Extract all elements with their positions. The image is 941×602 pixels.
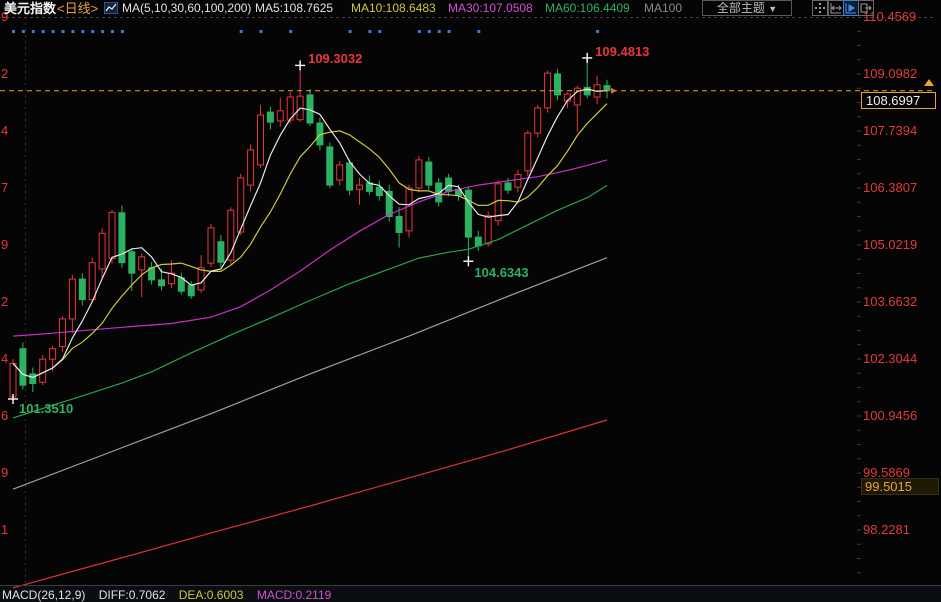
y-axis-label-cut: 6 (1, 408, 9, 424)
y-axis-label-cut: 4 (1, 123, 9, 139)
y-axis-label: 100.9456 (863, 408, 937, 424)
peak-label-1: 109.3032 (308, 51, 362, 66)
y-axis-label: 98.2281 (863, 522, 937, 538)
move-icon[interactable] (812, 0, 828, 16)
theme-dropdown[interactable]: 全部主题 ▼ (702, 0, 792, 16)
y-axis-label: 109.0982 (863, 66, 937, 82)
chart-header-bar: 美元指数 <日线> MA(5,10,30,60,100,200) MA5:108… (0, 0, 941, 17)
y-axis-label: 102.3044 (863, 351, 937, 367)
macd-macd-value: MACD:0.2119 (257, 588, 331, 602)
chevron-down-icon: ▼ (768, 4, 777, 14)
auto-follow-icon[interactable] (843, 0, 859, 16)
current-price-tag: 108.6997 (861, 92, 936, 109)
period-label[interactable]: <日线> (57, 1, 98, 16)
ma5-value: MA5:108.7625 (255, 1, 333, 16)
macd-indicator-row: MACD(26,12,9) DIFF:0.7062 DEA:0.6003 MAC… (2, 588, 341, 602)
y-axis-label-cut: 2 (1, 294, 9, 310)
trough-label: 104.6343 (474, 265, 528, 280)
macd-params: MACD(26,12,9) (2, 588, 85, 602)
chart-app-window: 美元指数 <日线> MA(5,10,30,60,100,200) MA5:108… (0, 0, 941, 602)
ma60-value: MA60:106.4409 (545, 1, 630, 16)
y-axis-label: 105.0219 (863, 237, 937, 253)
ma100-value: MA100 (644, 1, 682, 16)
y-axis-label: 103.6632 (863, 294, 937, 310)
y-axis-label-cut: 7 (1, 180, 9, 196)
y-axis-label: 107.7394 (863, 123, 937, 139)
go-latest-icon[interactable] (858, 0, 874, 16)
symbol-name[interactable]: 美元指数 (4, 1, 56, 16)
y-axis-label-cut: 1 (1, 522, 9, 538)
y-axis-label-cut: 9 (1, 237, 9, 253)
theme-dropdown-label: 全部主题 (717, 1, 765, 15)
range-low-label: 101.3510 (19, 401, 73, 416)
y-axis-label-cut: 9 (1, 465, 9, 481)
fit-scale-icon[interactable] (828, 0, 844, 16)
macd-diff-value: DIFF:0.7062 (99, 588, 166, 602)
macd-dea-value: DEA:0.6003 (179, 588, 244, 602)
y-axis-label-cut: 4 (1, 351, 9, 367)
secondary-price-tag: 99.5015 (861, 478, 939, 495)
peak-label-2: 109.4813 (595, 44, 649, 59)
y-axis-label-cut: 2 (1, 66, 9, 82)
y-axis-label: 106.3807 (863, 180, 937, 196)
ma10-value: MA10:108.6483 (351, 1, 436, 16)
kline-chart-icon[interactable] (104, 2, 118, 14)
ma-params-label: MA(5,10,30,60,100,200) (122, 1, 251, 16)
ma30-value: MA30:107.0508 (448, 1, 533, 16)
candlestick-chart[interactable] (0, 0, 941, 602)
